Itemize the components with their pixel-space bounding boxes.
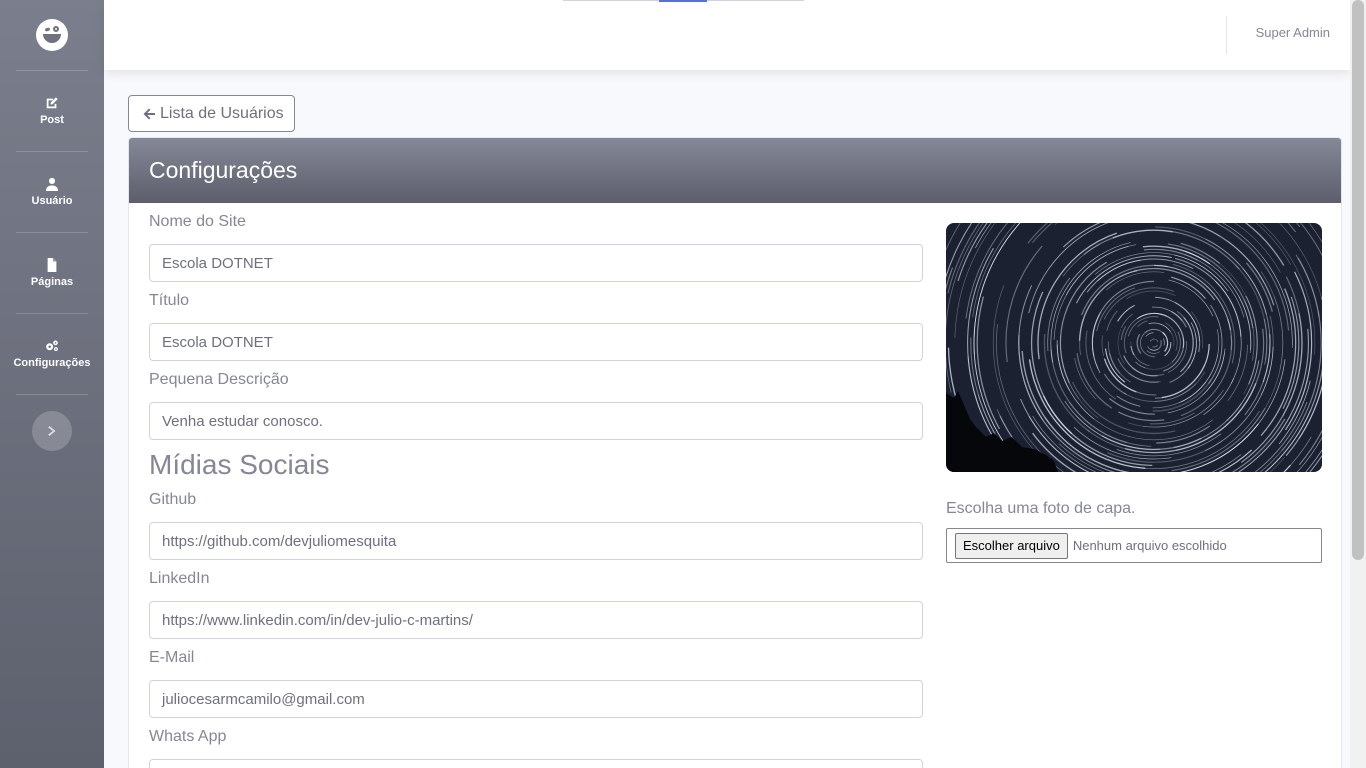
cover-image <box>946 223 1322 472</box>
edit-icon <box>46 97 58 109</box>
settings-card: Configurações Nome do Site Escola DOTNET… <box>128 137 1342 768</box>
linkedin-input[interactable]: https://www.linkedin.com/in/dev-julio-c-… <box>149 601 923 639</box>
sidebar-item-label: Configurações <box>13 357 91 369</box>
scrollbar-thumb[interactable] <box>1352 0 1364 560</box>
sidebar-item-paginas[interactable]: Páginas <box>0 233 104 313</box>
github-label: Github <box>149 491 197 508</box>
email-input[interactable]: juliocesarmcamilo@gmail.com <box>149 680 923 718</box>
page-scrollbar[interactable] <box>1350 0 1366 768</box>
description-input[interactable]: Venha estudar conosco. <box>149 402 923 440</box>
whatsapp-label: Whats App <box>149 728 227 745</box>
choose-file-button[interactable]: Escolher arquivo <box>955 532 1068 559</box>
sidebar-item-label: Páginas <box>30 276 74 288</box>
cover-section: Escolha uma foto de capa. Escolher arqui… <box>946 223 1322 563</box>
sidebar-toggle-button[interactable] <box>32 411 72 451</box>
topbar-divider <box>1226 16 1227 54</box>
github-input[interactable]: https://github.com/devjuliomesquita <box>149 522 923 560</box>
sidebar-item-configuracoes[interactable]: Configurações <box>0 314 104 394</box>
card-header: Configurações <box>129 138 1341 203</box>
top-progress-indicator <box>659 0 707 2</box>
brand[interactable] <box>0 0 104 70</box>
site-name-input[interactable]: Escola DOTNET <box>149 244 923 282</box>
file-status: Nenhum arquivo escolhido <box>1072 538 1227 553</box>
cover-label: Escolha uma foto de capa. <box>946 500 1136 517</box>
arrow-left-icon <box>143 108 155 119</box>
sidebar: Post Usuário Páginas Configurações <box>0 0 104 768</box>
title-label: Título <box>149 292 190 309</box>
description-label: Pequena Descrição <box>149 371 289 388</box>
topbar: Super Admin <box>104 0 1350 70</box>
user-name[interactable]: Super Admin <box>1256 25 1330 40</box>
back-to-user-list-button[interactable]: Lista de Usuários <box>128 95 295 132</box>
whatsapp-input[interactable] <box>149 759 923 768</box>
page-title: Configurações <box>149 157 298 183</box>
laughing-face-icon <box>36 19 68 51</box>
sidebar-item-post[interactable]: Post <box>0 71 104 151</box>
sidebar-item-usuario[interactable]: Usuário <box>0 152 104 232</box>
email-label: E-Mail <box>149 649 195 666</box>
user-icon <box>45 177 59 191</box>
site-name-label: Nome do Site <box>149 213 246 230</box>
file-icon <box>47 258 57 272</box>
cover-file-input[interactable]: Escolher arquivo Nenhum arquivo escolhid… <box>946 528 1322 563</box>
social-media-heading: Mídias Sociais <box>149 449 330 480</box>
linkedin-label: LinkedIn <box>149 570 210 587</box>
settings-form: Nome do Site Escola DOTNET Título Escola… <box>149 203 923 768</box>
cogs-icon <box>46 340 58 352</box>
back-button-label: Lista de Usuários <box>160 104 284 122</box>
chevron-right-icon <box>48 426 56 436</box>
sidebar-item-label: Post <box>40 114 64 126</box>
title-input[interactable]: Escola DOTNET <box>149 323 923 361</box>
sidebar-item-label: Usuário <box>31 195 73 207</box>
